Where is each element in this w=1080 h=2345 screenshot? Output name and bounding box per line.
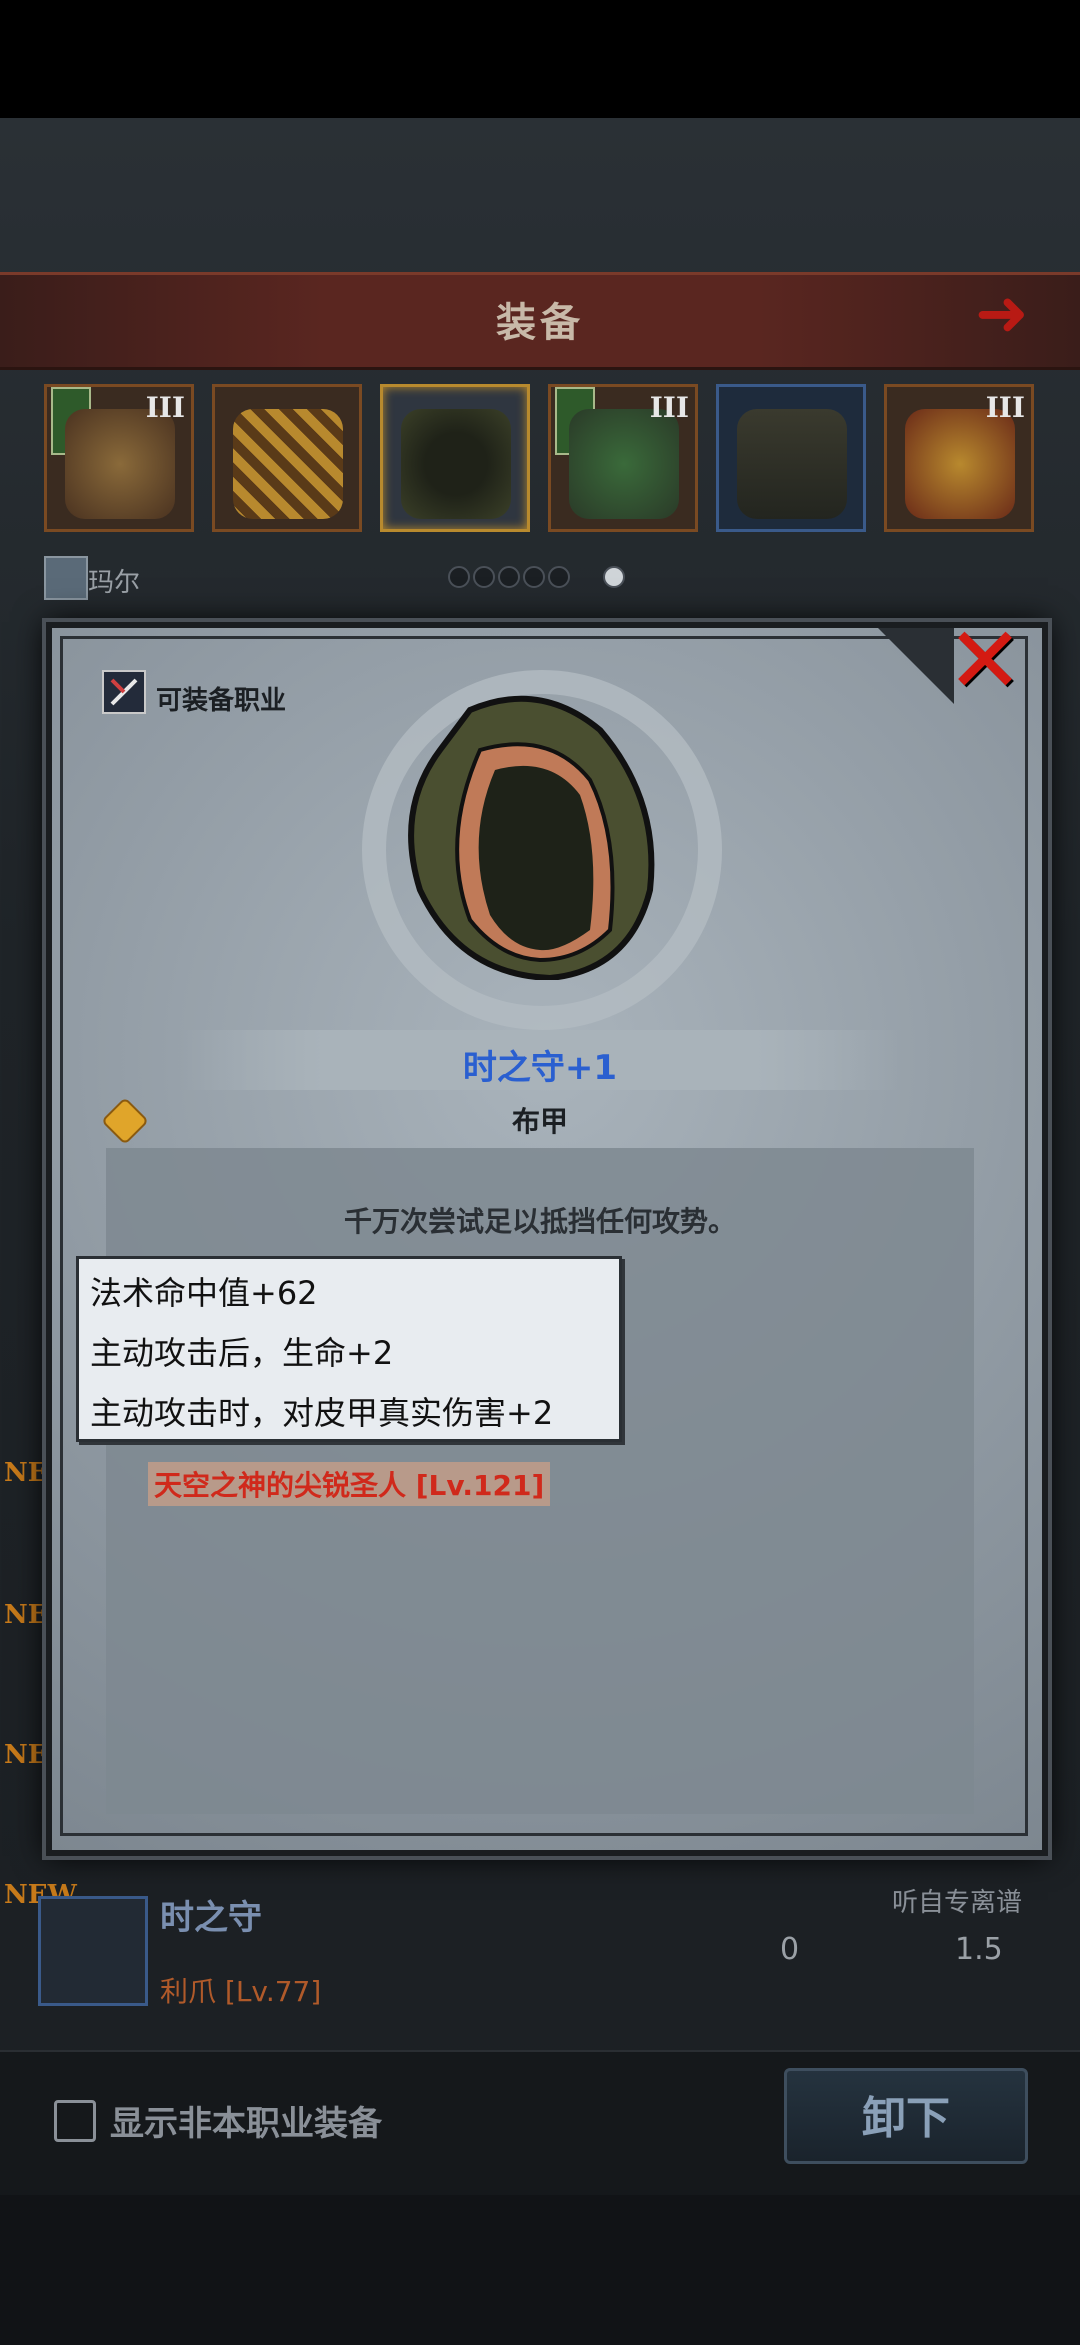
set-name: 天空之神的尖锐圣人 [Lv.121] (148, 1462, 551, 1506)
equip-slot-3[interactable] (380, 384, 530, 532)
equip-slot-6[interactable]: III (884, 384, 1034, 532)
list-item-owner: 利爪 [Lv.77] (160, 1975, 322, 2008)
equip-slot-1[interactable]: III (44, 384, 194, 532)
avatar (44, 556, 88, 600)
gloves-icon (569, 409, 679, 519)
hood-icon[interactable] (38, 1896, 148, 2006)
list-item-stat-a: 0 (780, 1932, 800, 1967)
equip-slot-2[interactable] (212, 384, 362, 532)
item-description: 千万次尝试足以抵挡任何攻势。 (343, 1205, 736, 1238)
close-icon[interactable]: ✕ (935, 615, 1035, 707)
tier-label: III (985, 391, 1025, 424)
back-arrow-icon[interactable]: ➜ (975, 282, 1065, 346)
checkbox-label[interactable]: 显示非本职业装备 (110, 2096, 382, 2145)
equip-slot-5[interactable] (716, 384, 866, 532)
tier-label: III (145, 391, 185, 424)
page-dot-active (603, 566, 625, 588)
item-name: 时之守+1 (462, 1048, 618, 1088)
armor-icon (65, 409, 175, 519)
stat-line: 法术命中值+62 (90, 1274, 318, 1312)
status-bar-area (0, 0, 1080, 118)
class-icon[interactable] (102, 670, 146, 714)
stat-line: 主动攻击时，对皮甲真实伤害+2 (90, 1394, 554, 1432)
tome-icon (233, 409, 343, 519)
page-dot (473, 566, 495, 588)
hood-icon (408, 695, 655, 980)
stat-line: 主动攻击后，生命+2 (90, 1334, 394, 1372)
list-item-name[interactable]: 时之守 (160, 1890, 262, 1939)
amulet-icon (905, 409, 1015, 519)
character-name: 玛尔 (88, 568, 141, 598)
boots-icon (737, 409, 847, 519)
equip-slot-4[interactable]: III (548, 384, 698, 532)
page-dot (498, 566, 520, 588)
tier-label: III (649, 391, 689, 424)
page-dot (448, 566, 470, 588)
unequip-button[interactable]: 卸下 (784, 2068, 1028, 2164)
class-label[interactable]: 可装备职业 (156, 680, 286, 717)
item-type: 布甲 (511, 1105, 568, 1138)
list-item-stat-b: 1.5 (955, 1932, 1003, 1967)
page-title: 装备 (496, 300, 584, 346)
list-item-source: 听自专离谱 (892, 1888, 1023, 1918)
nav-bar-area (0, 2195, 1080, 2345)
show-other-class-checkbox[interactable] (54, 2100, 96, 2142)
hood-icon (401, 409, 511, 519)
page-dot (523, 566, 545, 588)
page-dot (548, 566, 570, 588)
